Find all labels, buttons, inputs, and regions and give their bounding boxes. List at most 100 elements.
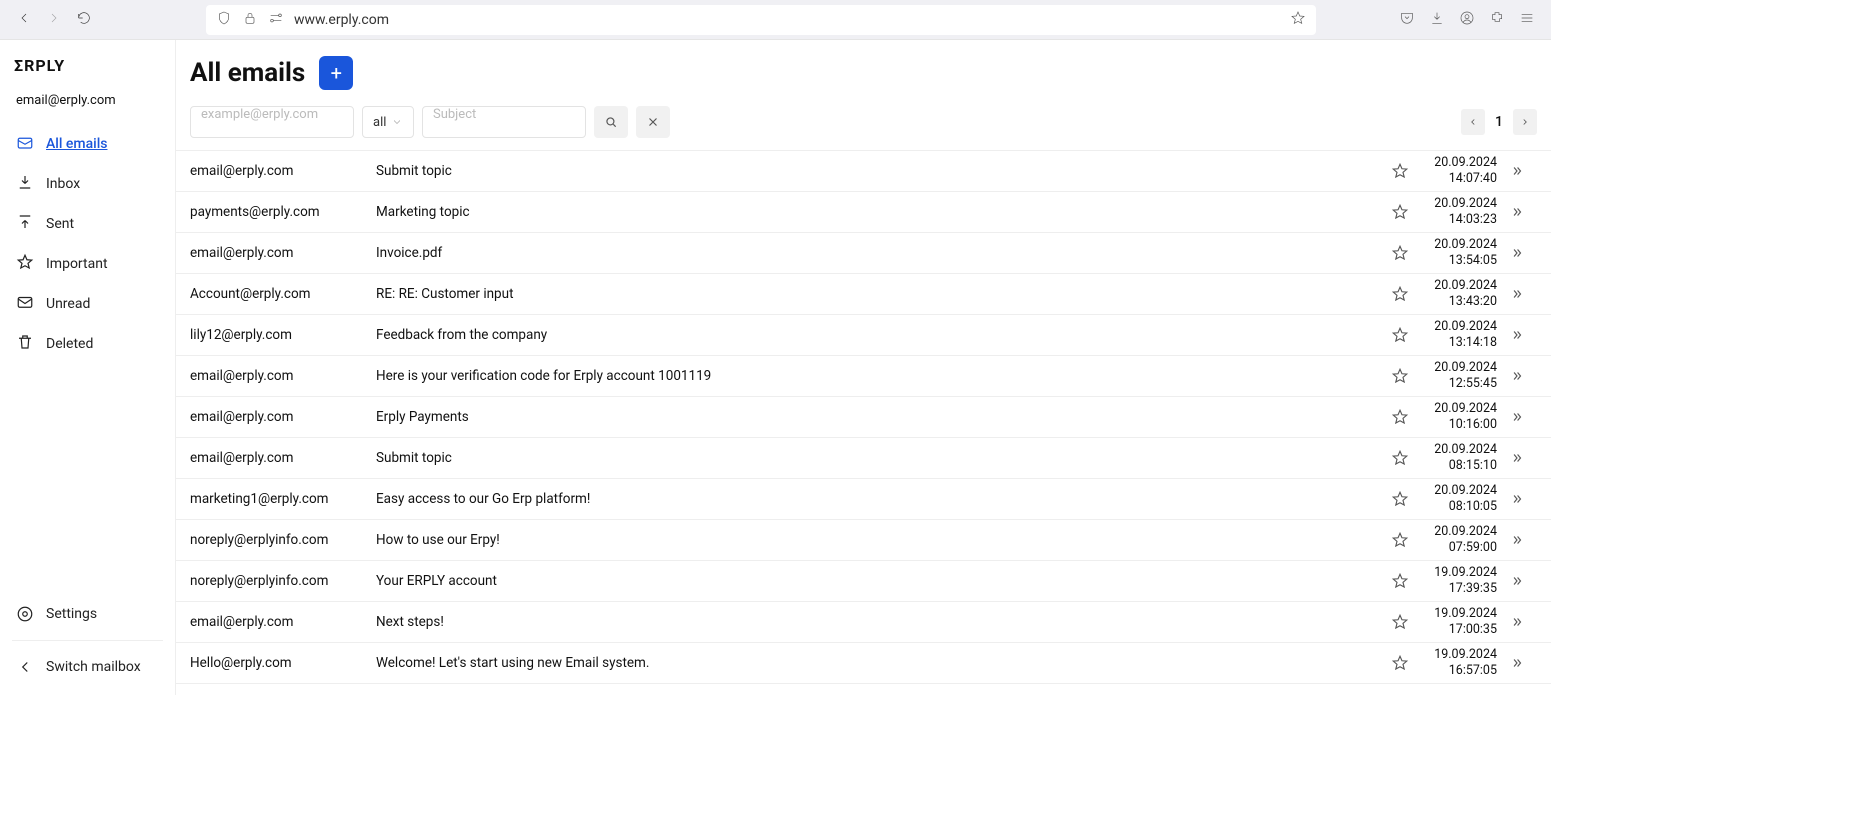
email-row[interactable]: email@erply.comNext steps!19.09.202417:0… — [176, 602, 1551, 643]
email-timestamp: 19.09.202416:57:05 — [1417, 647, 1497, 678]
email-expand-button[interactable] — [1497, 205, 1537, 219]
download-icon[interactable] — [1429, 10, 1445, 30]
email-list: email@erply.comSubmit topic20.09.202414:… — [176, 151, 1551, 695]
sidebar-item-deleted[interactable]: Deleted — [12, 324, 163, 364]
email-timestamp: 20.09.202408:15:10 — [1417, 442, 1497, 473]
email-sender: payments@erply.com — [190, 204, 376, 220]
email-expand-button[interactable] — [1497, 656, 1537, 670]
email-sender: email@erply.com — [190, 614, 376, 630]
email-row[interactable]: noreply@erplyinfo.comYour ERPLY account 1… — [176, 561, 1551, 602]
sidebar-item-sent[interactable]: Sent — [12, 204, 163, 244]
extensions-icon[interactable] — [1489, 10, 1505, 30]
email-expand-button[interactable] — [1497, 410, 1537, 424]
email-expand-button[interactable] — [1497, 574, 1537, 588]
filter-clear-button[interactable] — [636, 106, 670, 138]
deleted-icon — [16, 333, 34, 355]
app-logo: ΣRPLY — [12, 56, 163, 75]
sidebar-item-settings[interactable]: Settings — [12, 596, 163, 632]
email-sender: email@erply.com — [190, 245, 376, 261]
email-sender: noreply@erplyinfo.com — [190, 573, 376, 589]
browser-forward-icon[interactable] — [46, 10, 62, 30]
email-row[interactable]: noreply@erplyinfo.comHow to use our Erpy… — [176, 520, 1551, 561]
email-star-button[interactable] — [1383, 408, 1417, 426]
email-subject: Here is your verification code for Erply… — [376, 368, 1383, 384]
filter-type-select[interactable]: all — [362, 106, 414, 138]
email-row[interactable]: email@erply.comErply Payments20.09.20241… — [176, 397, 1551, 438]
sidebar-item-switch-mailbox[interactable]: Switch mailbox — [12, 649, 163, 685]
bookmark-star-icon[interactable] — [1290, 10, 1306, 30]
browser-url-bar[interactable]: www.erply.com — [206, 5, 1316, 35]
email-row[interactable]: lily12@erply.comFeedback from the compan… — [176, 315, 1551, 356]
lock-icon — [242, 10, 258, 30]
email-row[interactable]: payments@erply.com Marketing topic20.09.… — [176, 192, 1551, 233]
email-star-button[interactable] — [1383, 162, 1417, 180]
email-star-button[interactable] — [1383, 244, 1417, 262]
email-expand-button[interactable] — [1497, 533, 1537, 547]
sidebar-item-all[interactable]: All emails — [12, 124, 163, 164]
email-sender: email@erply.com — [190, 409, 376, 425]
email-timestamp: 20.09.202413:54:05 — [1417, 237, 1497, 268]
filter-search-button[interactable] — [594, 106, 628, 138]
email-subject: Your ERPLY account — [376, 573, 1383, 589]
filter-subject-input[interactable]: Subject — [422, 106, 586, 138]
page-next-button[interactable] — [1513, 109, 1537, 135]
email-expand-button[interactable] — [1497, 369, 1537, 383]
email-sender: Hello@erply.com — [190, 655, 376, 671]
email-expand-button[interactable] — [1497, 492, 1537, 506]
chevrons-right-icon — [1510, 164, 1524, 178]
email-expand-button[interactable] — [1497, 164, 1537, 178]
email-expand-button[interactable] — [1497, 246, 1537, 260]
email-expand-button[interactable] — [1497, 287, 1537, 301]
divider — [12, 640, 163, 641]
browser-back-icon[interactable] — [16, 10, 32, 30]
sidebar-item-label: Inbox — [46, 176, 80, 192]
filter-sender-input[interactable]: example@erply.com — [190, 106, 354, 138]
email-row[interactable]: email@erply.comHere is your verification… — [176, 356, 1551, 397]
sidebar-item-unread[interactable]: Unread — [12, 284, 163, 324]
email-timestamp: 19.09.202417:39:35 — [1417, 565, 1497, 596]
email-row[interactable]: Account@erply.comRE: RE: Customer input2… — [176, 274, 1551, 315]
hamburger-menu-icon[interactable] — [1519, 10, 1535, 30]
star-icon — [1391, 449, 1409, 467]
email-expand-button[interactable] — [1497, 615, 1537, 629]
email-expand-button[interactable] — [1497, 451, 1537, 465]
email-timestamp: 20.09.202412:55:45 — [1417, 360, 1497, 391]
sidebar-item-label: All emails — [46, 136, 107, 152]
email-star-button[interactable] — [1383, 203, 1417, 221]
email-row[interactable]: Hello@erply.comWelcome! Let's start usin… — [176, 643, 1551, 684]
chevron-down-icon — [391, 116, 403, 128]
email-subject: Submit topic — [376, 450, 1383, 466]
email-sender: Account@erply.com — [190, 286, 376, 302]
all-icon — [16, 133, 34, 155]
email-star-button[interactable] — [1383, 490, 1417, 508]
inbox-icon — [16, 173, 34, 195]
account-icon[interactable] — [1459, 10, 1475, 30]
star-icon — [1391, 285, 1409, 303]
sidebar-item-inbox[interactable]: Inbox — [12, 164, 163, 204]
email-row[interactable]: email@erply.comSubmit topic20.09.202414:… — [176, 151, 1551, 192]
email-star-button[interactable] — [1383, 613, 1417, 631]
sidebar-item-important[interactable]: Important — [12, 244, 163, 284]
email-star-button[interactable] — [1383, 531, 1417, 549]
email-star-button[interactable] — [1383, 654, 1417, 672]
email-timestamp: 20.09.202413:14:18 — [1417, 319, 1497, 350]
email-row[interactable]: email@erply.comSubmit topic20.09.202408:… — [176, 438, 1551, 479]
compose-button[interactable]: + — [319, 56, 353, 90]
email-row[interactable]: email@erply.comInvoice.pdf20.09.202413:5… — [176, 233, 1551, 274]
select-value: all — [373, 115, 386, 130]
email-star-button[interactable] — [1383, 449, 1417, 467]
email-expand-button[interactable] — [1497, 328, 1537, 342]
filter-bar: example@erply.com all Subject 1 — [176, 100, 1551, 151]
pocket-icon[interactable] — [1399, 10, 1415, 30]
star-icon — [1391, 490, 1409, 508]
email-star-button[interactable] — [1383, 572, 1417, 590]
browser-reload-icon[interactable] — [76, 10, 92, 30]
email-star-button[interactable] — [1383, 285, 1417, 303]
email-row[interactable]: marketing1@erply.comEasy access to our G… — [176, 479, 1551, 520]
email-star-button[interactable] — [1383, 367, 1417, 385]
page-prev-button[interactable] — [1461, 109, 1485, 135]
email-star-button[interactable] — [1383, 326, 1417, 344]
email-sender: lily12@erply.com — [190, 327, 376, 343]
main-content: All emails + example@erply.com all Subje… — [176, 40, 1551, 695]
sidebar-item-label: Settings — [46, 606, 97, 622]
